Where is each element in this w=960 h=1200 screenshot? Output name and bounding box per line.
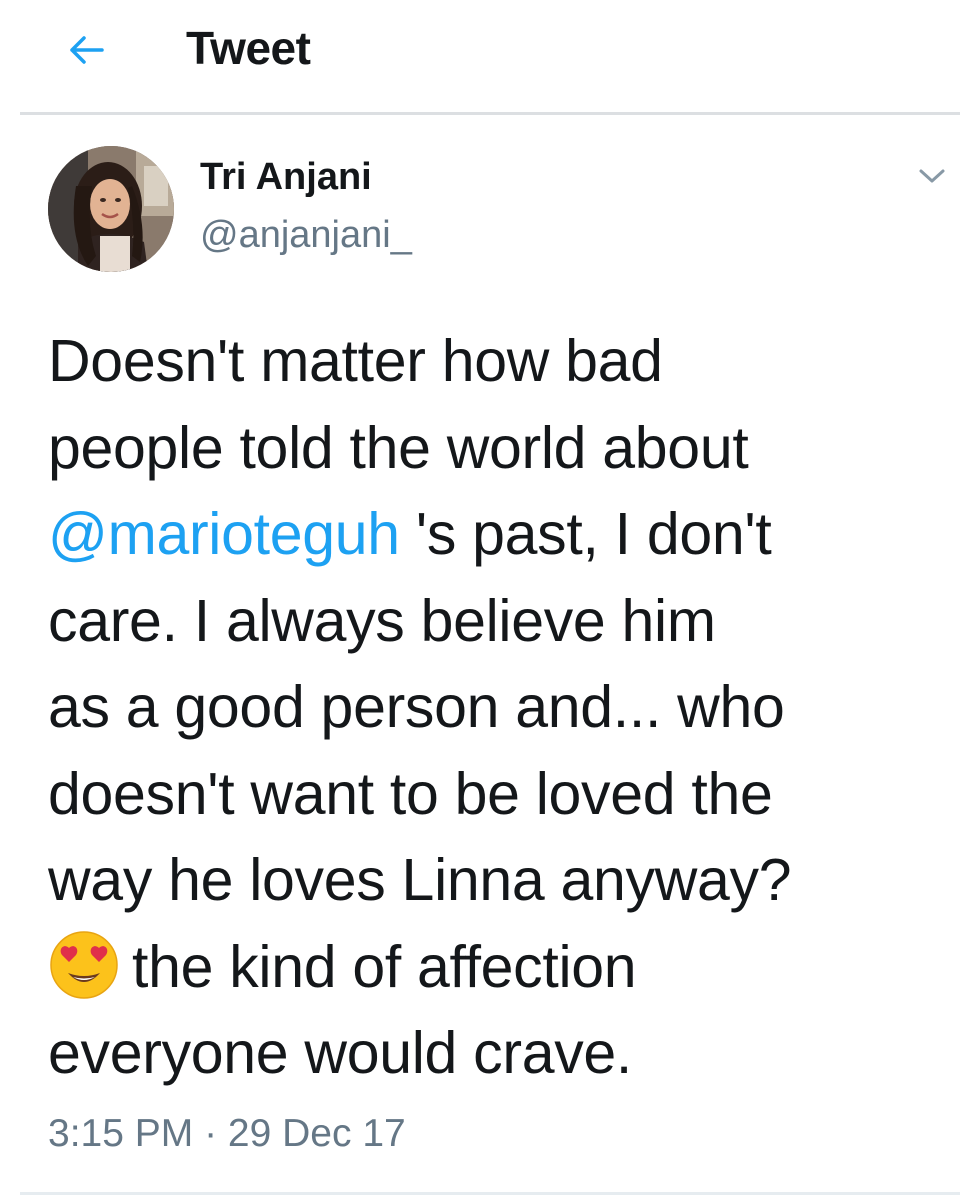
tweet-line: people told the world about [48, 414, 749, 481]
footer-divider [20, 1192, 960, 1195]
tweet-line: Doesn't matter how bad [48, 328, 663, 394]
tweet-timestamp[interactable]: 3:15 PM · 29 Dec 17 [48, 1110, 406, 1158]
tweet-line: everyone would crave. [48, 1020, 633, 1086]
tweet-line: as a good person and... who [48, 674, 785, 740]
profile-photo [48, 146, 174, 272]
timestamp-separator: · [193, 1112, 228, 1155]
header-divider [20, 112, 960, 115]
author-display-name[interactable]: Tri Anjani [200, 154, 372, 200]
avatar[interactable] [48, 146, 174, 272]
author-handle[interactable]: @anjanjani_ [200, 212, 412, 258]
tweet-date: 29 Dec 17 [227, 1112, 406, 1155]
top-bar: Tweet [0, 0, 960, 112]
tweet-line: the kind of affection [48, 924, 948, 1011]
tweet-line-text: the kind of affection [132, 933, 637, 1000]
tweet-line: way he loves Linna anyway? [48, 847, 792, 913]
tweet-line-text: 's past, I don't [399, 501, 772, 567]
tweet-time: 3:15 PM [48, 1112, 194, 1155]
tweet-line: care. I always believe him [48, 587, 716, 654]
heart-eyes-emoji-icon [50, 930, 118, 999]
page-title: Tweet [186, 22, 311, 74]
tweet-menu-button[interactable] [912, 160, 952, 192]
back-button[interactable] [60, 28, 112, 72]
tweet-line: doesn't want to be loved the [48, 760, 773, 827]
tweet-line: @marioteguh 's past, I don't [48, 491, 948, 578]
mention-link[interactable]: @marioteguh [48, 501, 400, 567]
arrow-left-icon [70, 36, 104, 64]
tweet-text: Doesn't matter how bad people told the w… [48, 318, 948, 1097]
chevron-down-icon [919, 169, 945, 183]
